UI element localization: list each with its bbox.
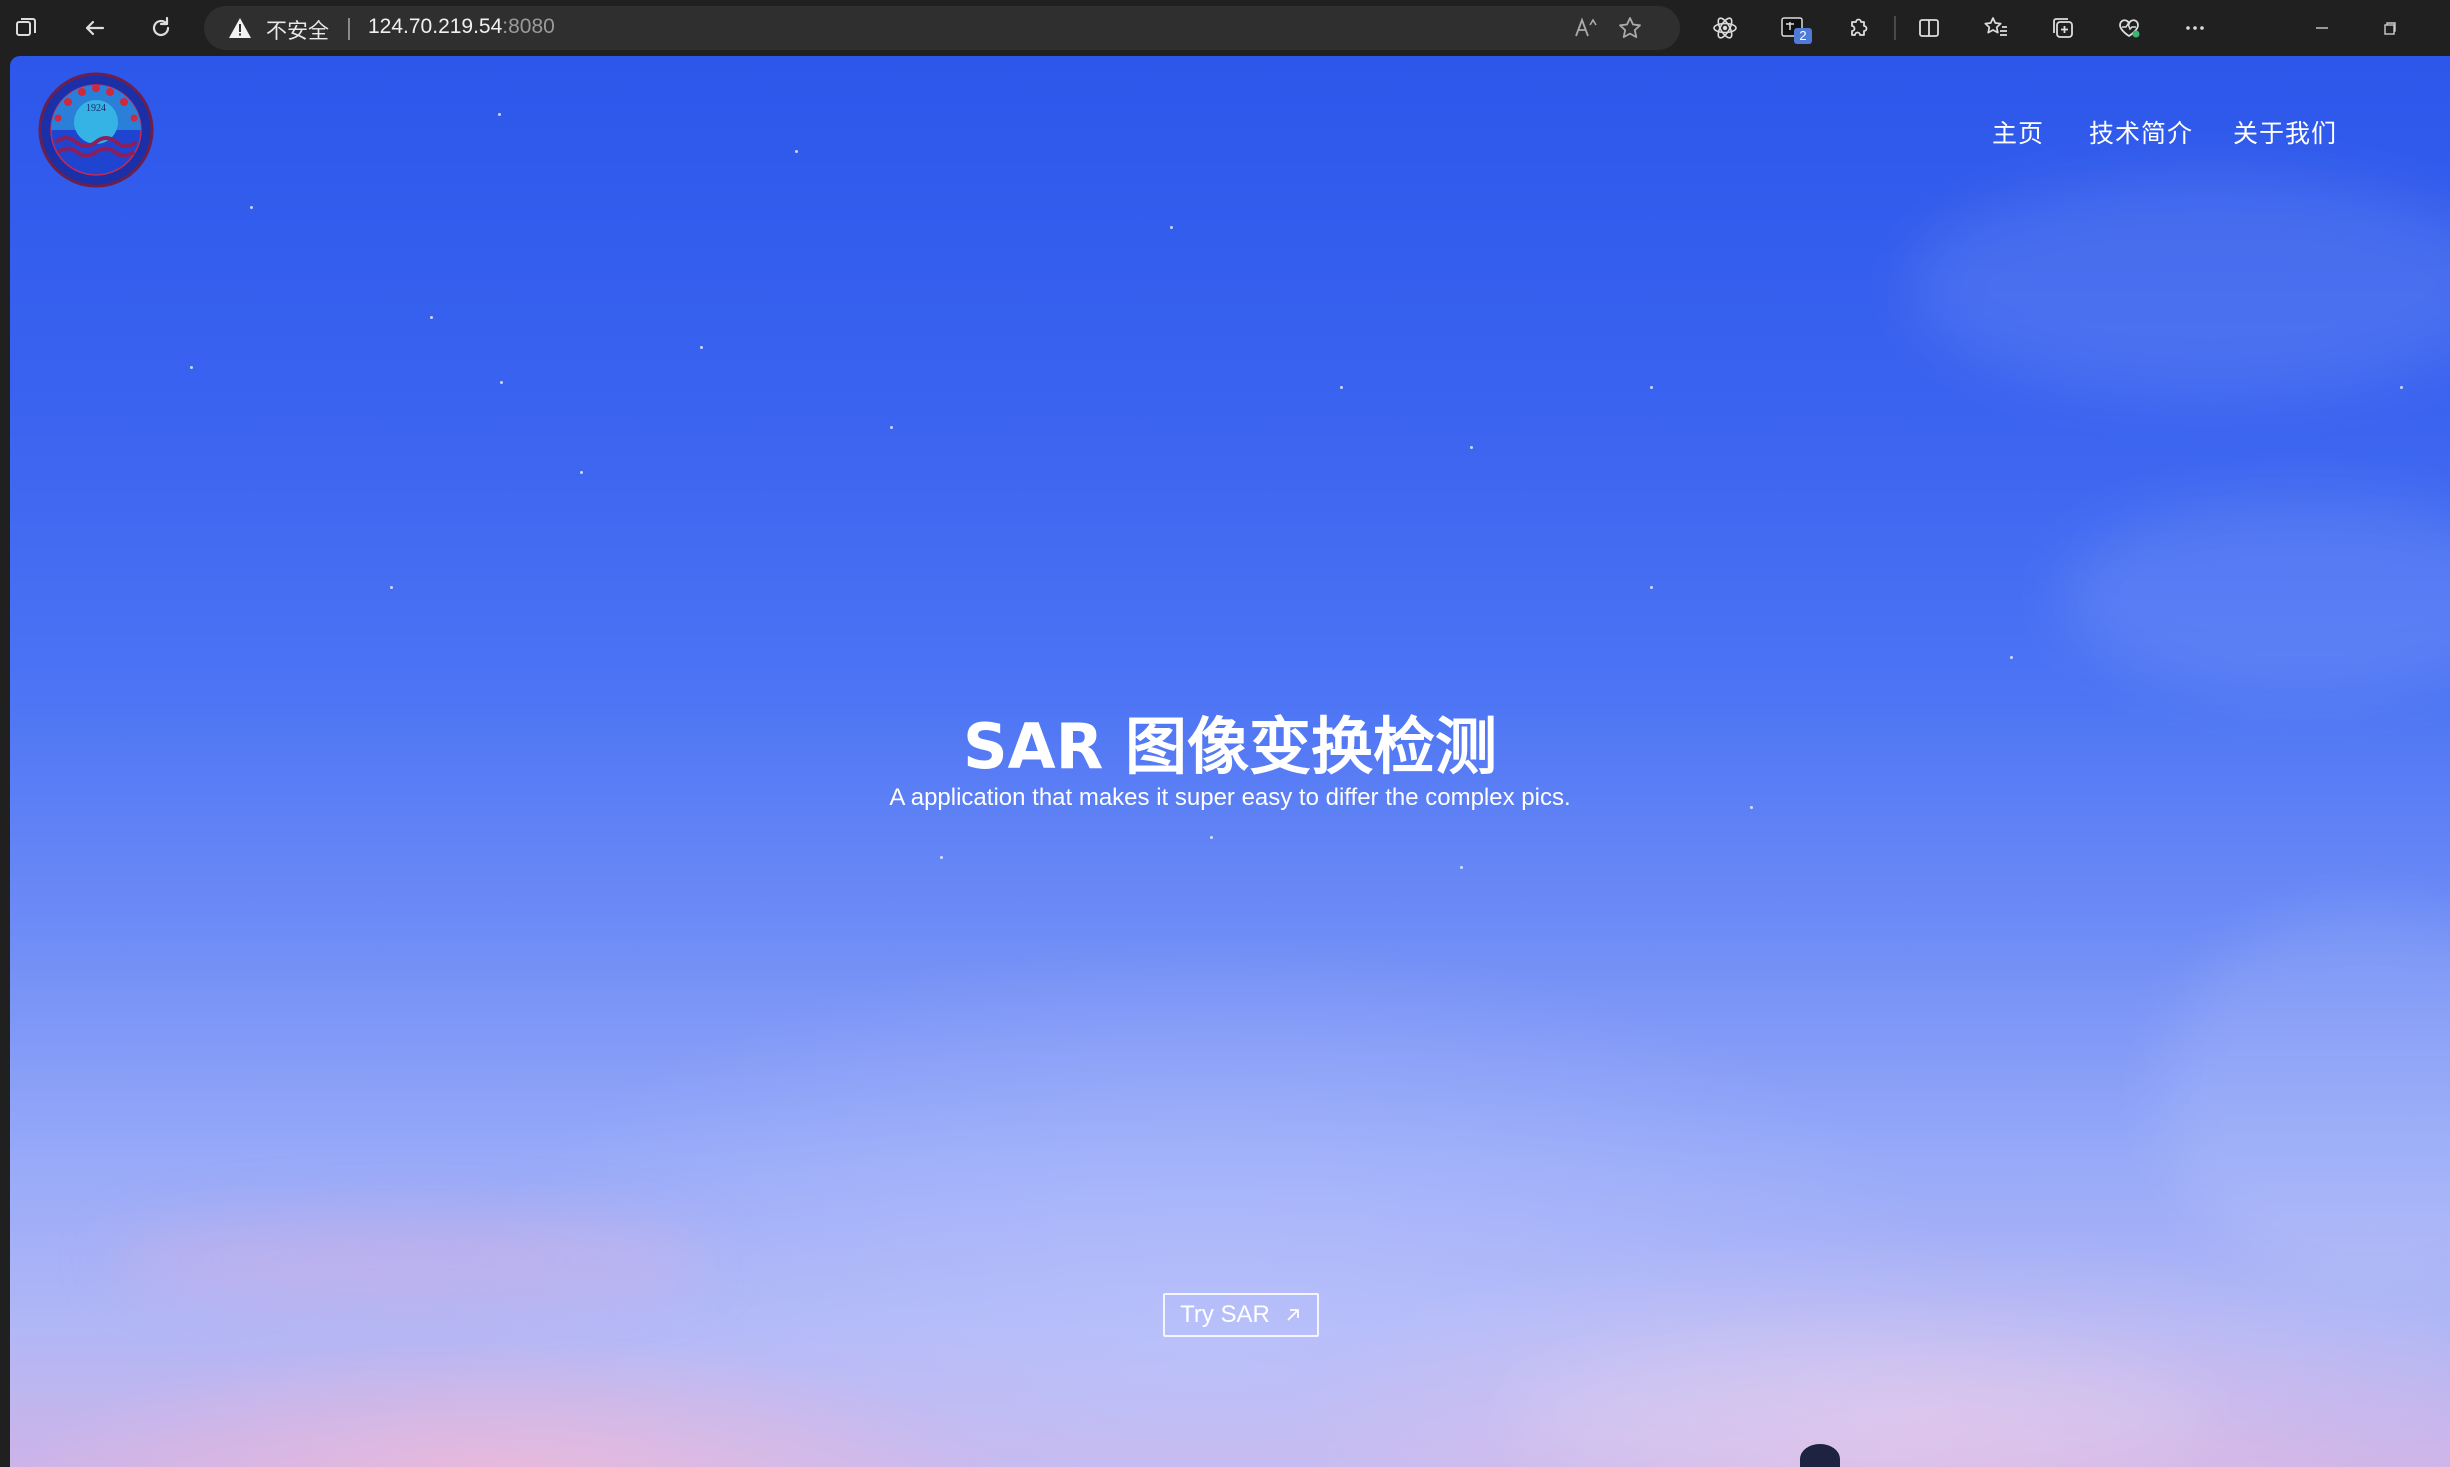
toolbar-divider — [1894, 16, 1896, 40]
nav-about-us[interactable]: 关于我们 — [2233, 114, 2337, 150]
cloud — [1510, 1336, 2210, 1467]
star — [2010, 656, 2013, 659]
nav-tech-intro[interactable]: 技术简介 — [2089, 114, 2193, 150]
restore-icon[interactable] — [2370, 8, 2410, 48]
star — [795, 150, 798, 153]
star — [700, 346, 703, 349]
star — [430, 316, 433, 319]
star — [940, 856, 943, 859]
star — [2400, 386, 2403, 389]
star — [190, 366, 193, 369]
favorite-star-icon[interactable] — [1612, 10, 1648, 46]
hero-title: SAR 图像变换检测 — [963, 710, 1497, 783]
cloud — [110, 1216, 710, 1306]
star — [1170, 226, 1173, 229]
collections-icon[interactable] — [2043, 8, 2083, 48]
star — [498, 113, 501, 116]
cloud — [1910, 176, 2450, 396]
star — [890, 426, 893, 429]
favorites-icon[interactable] — [1976, 8, 2016, 48]
cloud — [2160, 906, 2450, 1286]
browser-essentials-icon[interactable] — [2109, 8, 2149, 48]
url-host: 124.70.219.54 — [368, 15, 503, 38]
star — [580, 471, 583, 474]
more-icon[interactable] — [2175, 8, 2215, 48]
address-separator — [348, 18, 350, 40]
browser-toolbar: 不安全 124.70.219.54:8080 2 — [0, 0, 2450, 56]
star — [250, 206, 253, 209]
extension-react-icon[interactable] — [1705, 8, 1745, 48]
back-icon[interactable] — [75, 8, 115, 48]
cloud — [2060, 496, 2450, 696]
refresh-icon[interactable] — [141, 8, 181, 48]
security-label[interactable]: 不安全 — [266, 15, 329, 45]
tab-actions-icon[interactable] — [6, 8, 46, 48]
try-sar-label: Try SAR — [1180, 1301, 1270, 1328]
silhouette-shape — [1800, 1444, 1840, 1467]
address-bar[interactable]: 不安全 124.70.219.54:8080 — [204, 6, 1680, 50]
arrow-up-right-icon — [1287, 1309, 1299, 1321]
star — [1650, 386, 1653, 389]
hero-subtitle: A application that makes it super easy t… — [889, 784, 1571, 811]
star — [500, 381, 503, 384]
star — [1210, 836, 1213, 839]
nav-home[interactable]: 主页 — [1992, 114, 2044, 150]
star — [1340, 386, 1343, 389]
star — [1470, 446, 1473, 449]
minimize-icon[interactable] — [2302, 8, 2342, 48]
read-aloud-icon[interactable] — [1568, 10, 1604, 46]
warning-icon[interactable] — [228, 17, 252, 39]
logo-year: 1924 — [86, 103, 106, 114]
extensions-icon[interactable] — [1838, 8, 1878, 48]
star — [1650, 586, 1653, 589]
extension-translate-icon[interactable]: 2 — [1772, 8, 1812, 48]
extension-badge: 2 — [1794, 28, 1812, 44]
page-viewport: 1924 主页 技术简介 关于我们 SAR 图像变换检测 A applicati… — [10, 56, 2450, 1467]
university-logo[interactable]: 1924 — [38, 72, 154, 188]
star — [390, 586, 393, 589]
split-screen-icon[interactable] — [1909, 8, 1949, 48]
star — [1460, 866, 1463, 869]
url-port: :8080 — [502, 15, 555, 38]
url-text[interactable]: 124.70.219.54:8080 — [368, 15, 555, 39]
try-sar-button[interactable]: Try SAR — [1163, 1293, 1319, 1337]
